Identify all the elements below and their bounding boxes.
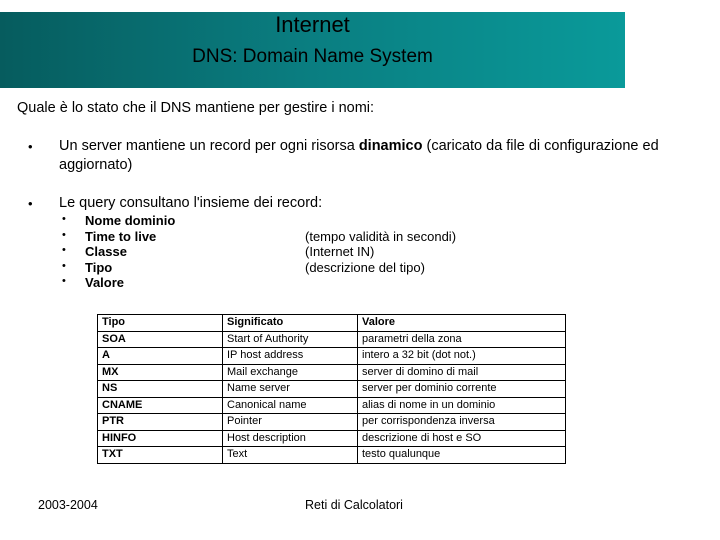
table-header-valore: Valore xyxy=(357,314,566,332)
table-cell-meaning: Text xyxy=(222,446,358,464)
table-cell-type: MX xyxy=(97,363,223,381)
dns-record-types-table: Tipo Significato Valore SOA Start of Aut… xyxy=(97,314,566,464)
list-item: • Time to live (tempo validità in second… xyxy=(62,229,622,245)
bullet-item-1: • Un server mantiene un record per ogni … xyxy=(28,137,698,175)
lead-text: Quale è lo stato che il DNS mantiene per… xyxy=(17,100,375,116)
table-header-tipo: Tipo xyxy=(97,314,223,332)
bullet-marker-icon: • xyxy=(62,259,66,272)
table-cell-meaning: Name server xyxy=(222,380,358,398)
table-cell-type: A xyxy=(97,347,223,365)
bullet-marker-icon: • xyxy=(62,228,66,241)
table-cell-meaning: Canonical name xyxy=(222,396,358,414)
table-cell-meaning: IP host address xyxy=(222,347,358,365)
list-item: • Tipo (descrizione del tipo) xyxy=(62,260,622,276)
table-cell-value: alias di nome in un dominio xyxy=(357,396,566,414)
table-row: NS Name server server per dominio corren… xyxy=(97,380,566,398)
bullet-marker-icon: • xyxy=(28,196,33,211)
bullet-item-1-text: Un server mantiene un record per ogni ri… xyxy=(59,137,698,175)
list-item: • Nome dominio xyxy=(62,213,622,229)
footer-year: 2003-2004 xyxy=(38,498,98,512)
bullet-marker-icon: • xyxy=(62,244,66,257)
bullet-1-text-before: Un server mantiene un record per ogni ri… xyxy=(59,138,359,154)
table-row: TXT Text testo qualunque xyxy=(97,446,566,464)
table-cell-type: TXT xyxy=(97,446,223,464)
table-cell-type: SOA xyxy=(97,330,223,348)
table-row: CNAME Canonical name alias di nome in un… xyxy=(97,396,566,414)
table-cell-meaning: Start of Authority xyxy=(222,330,358,348)
footer-course: Reti di Calcolatori xyxy=(305,498,403,512)
bullet-marker-icon: • xyxy=(62,213,66,225)
table-cell-type: HINFO xyxy=(97,429,223,447)
record-fields-list: • Nome dominio • Time to live (tempo val… xyxy=(62,213,622,291)
table-cell-value: per corrispondenza inversa xyxy=(357,413,566,431)
table-header-row: Tipo Significato Valore xyxy=(97,314,566,332)
table-cell-meaning: Host description xyxy=(222,429,358,447)
list-item-label: Valore xyxy=(85,275,125,291)
table-row: A IP host address intero a 32 bit (dot n… xyxy=(97,347,566,365)
list-item: • Classe (Internet IN) xyxy=(62,244,622,260)
table-cell-value: parametri della zona xyxy=(357,330,566,348)
list-item-desc: (descrizione del tipo) xyxy=(305,259,425,275)
bullet-1-emphasis: dinamico xyxy=(358,138,423,154)
table-row: SOA Start of Authority parametri della z… xyxy=(97,330,566,348)
list-item: • Valore xyxy=(62,275,622,291)
bullet-item-2: • Le query consultano l'insieme dei reco… xyxy=(28,194,528,213)
table-row: HINFO Host description descrizione di ho… xyxy=(97,429,566,447)
bullet-item-2-text: Le query consultano l'insieme dei record… xyxy=(59,195,323,211)
table-cell-type: NS xyxy=(97,380,223,398)
table-cell-value: server per dominio corrente xyxy=(357,380,566,398)
table-header-significato: Significato xyxy=(222,314,358,332)
page-subtitle: DNS: Domain Name System xyxy=(192,46,433,67)
table-cell-type: CNAME xyxy=(97,396,223,414)
list-item-desc: (Internet IN) xyxy=(305,244,375,260)
table-cell-value: server di domino di mail xyxy=(357,363,566,381)
table-cell-meaning: Mail exchange xyxy=(222,363,358,381)
table-row: PTR Pointer per corrispondenza inversa xyxy=(97,413,566,431)
page-title: Internet xyxy=(275,12,350,37)
bullet-marker-icon: • xyxy=(28,139,33,154)
list-item-label: Tipo xyxy=(85,259,113,275)
list-item-label: Nome dominio xyxy=(85,213,176,228)
list-item-label: Classe xyxy=(85,244,127,260)
bullet-marker-icon: • xyxy=(62,275,66,288)
table-cell-value: intero a 32 bit (dot not.) xyxy=(357,347,566,365)
table-row: MX Mail exchange server di domino di mai… xyxy=(97,363,566,381)
list-item-desc: (tempo validità in secondi) xyxy=(305,228,457,244)
table-cell-type: PTR xyxy=(97,413,223,431)
table-cell-value: testo qualunque xyxy=(357,446,566,464)
table-cell-meaning: Pointer xyxy=(222,413,358,431)
table-cell-value: descrizione di host e SO xyxy=(357,429,566,447)
list-item-label: Time to live xyxy=(85,228,157,244)
